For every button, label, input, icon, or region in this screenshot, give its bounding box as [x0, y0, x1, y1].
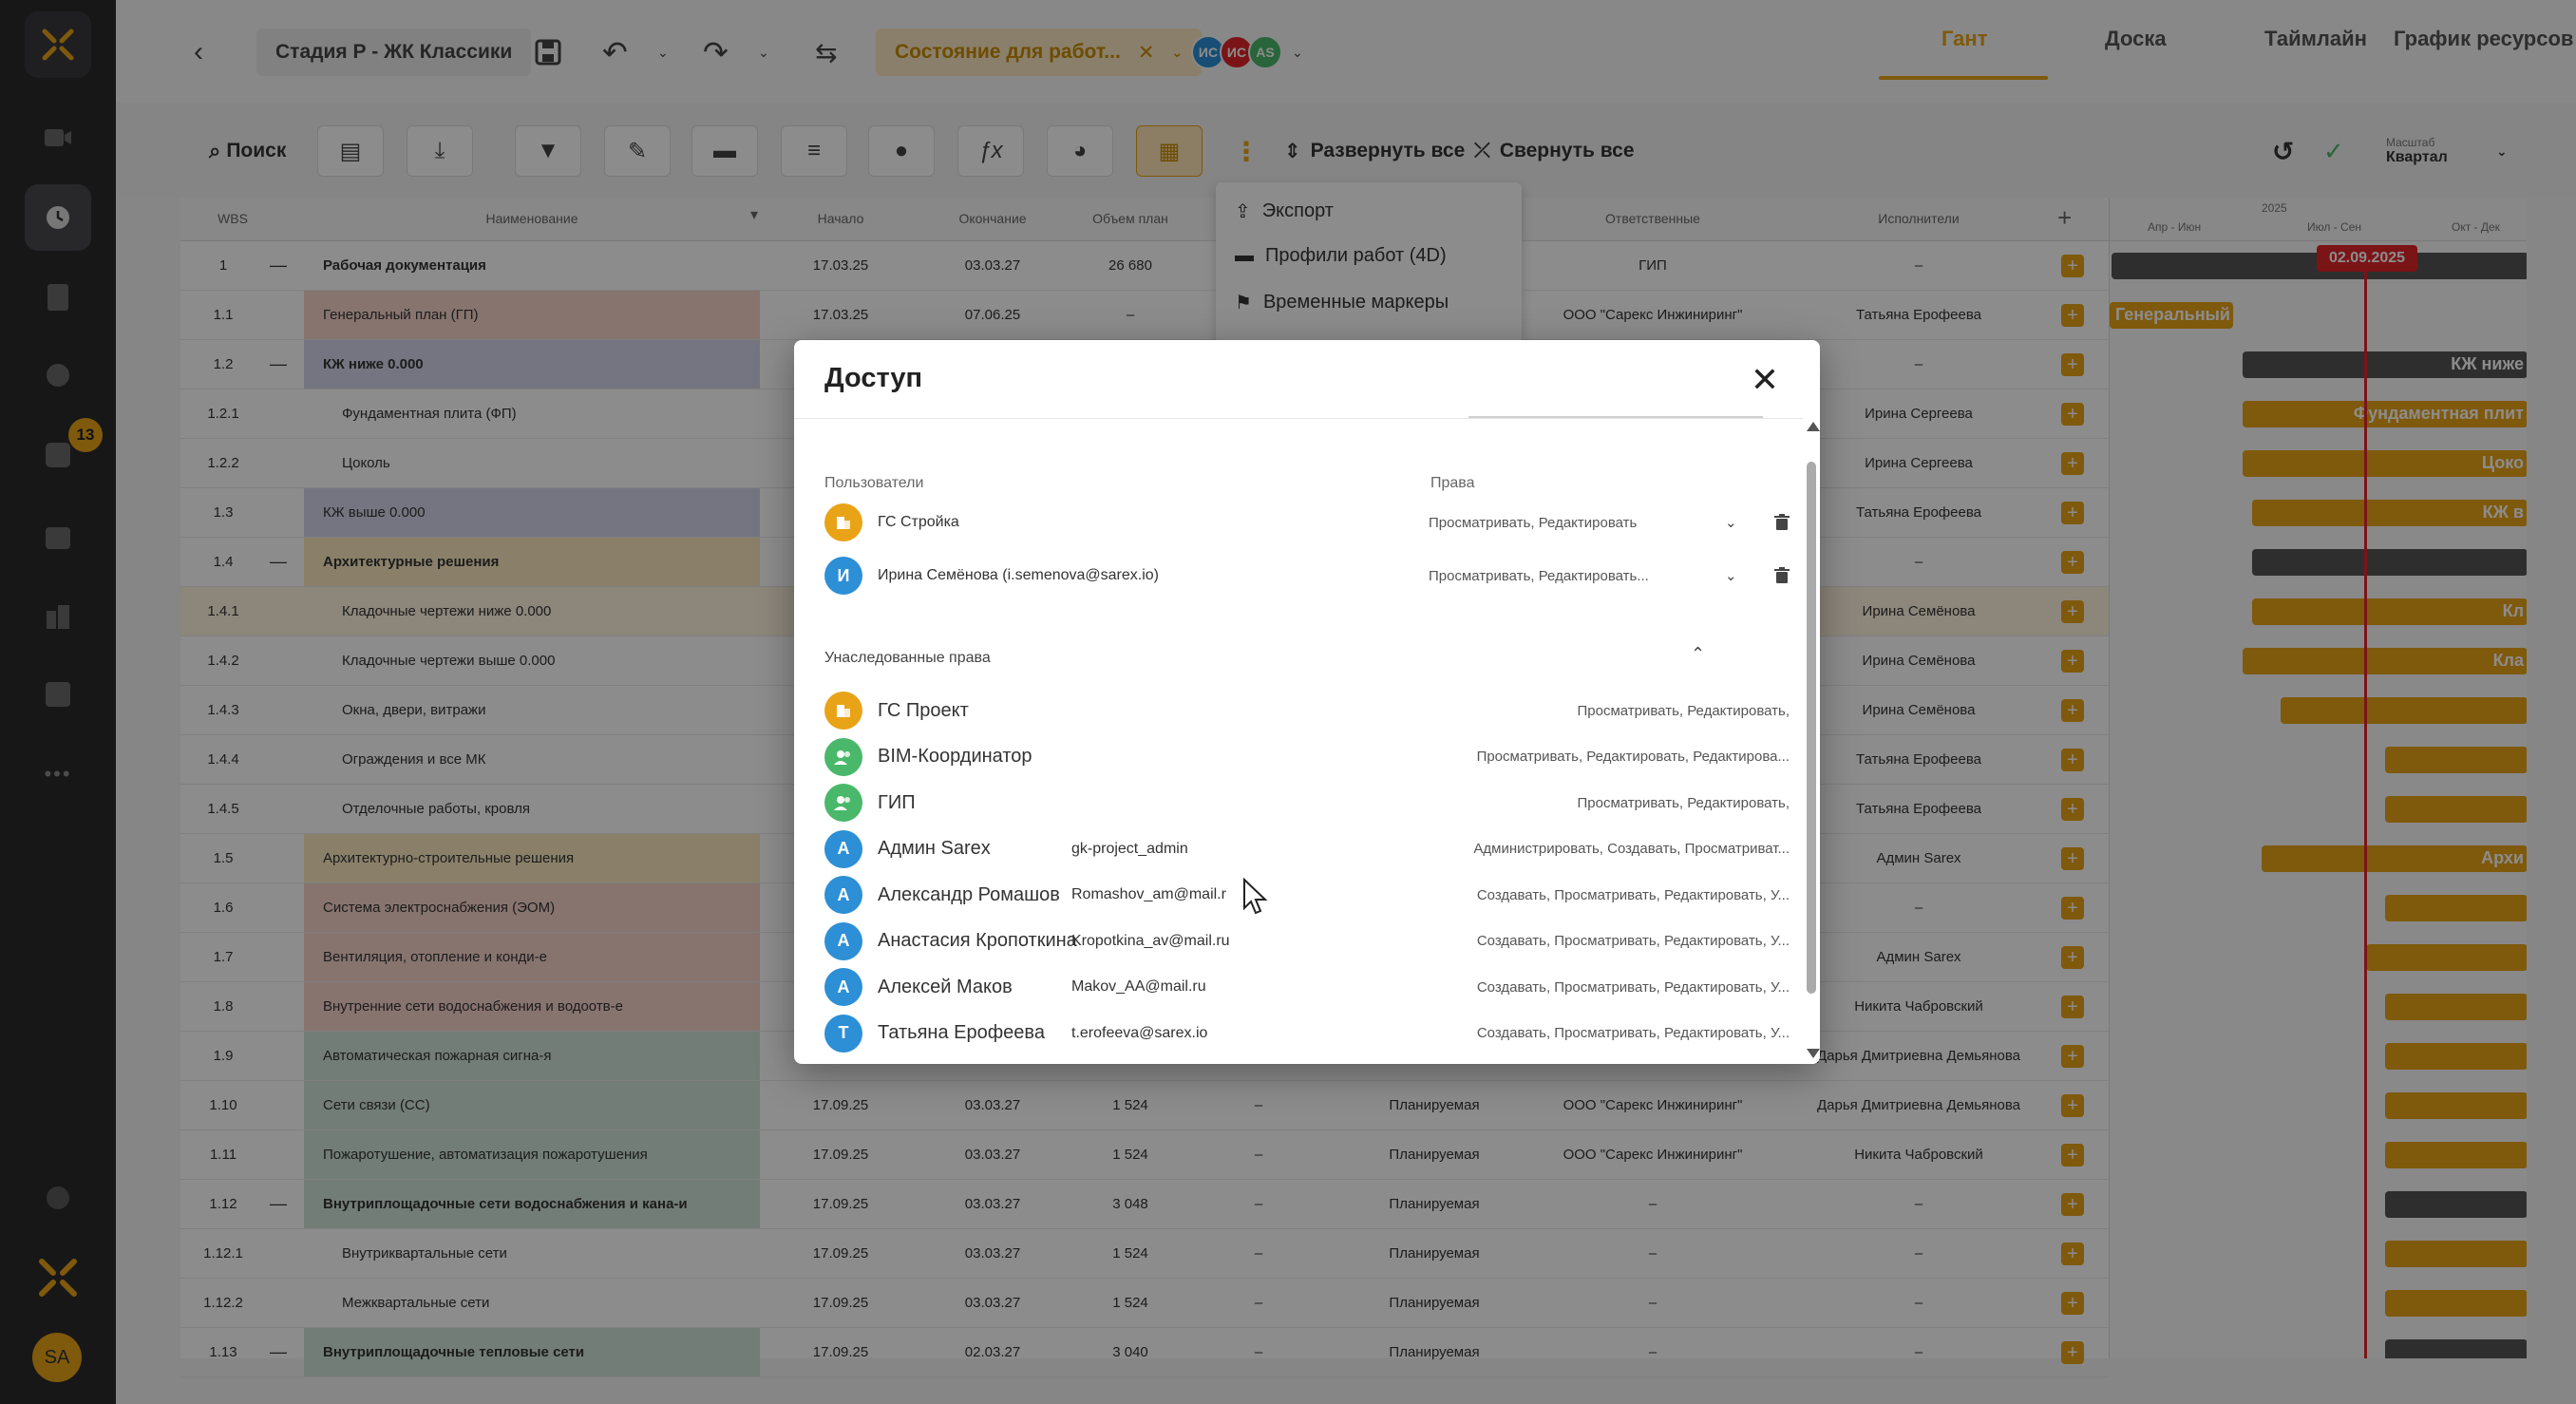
user-initial: A — [837, 977, 850, 996]
group-icon — [824, 784, 862, 822]
rights-column-header: Права — [1430, 475, 1475, 491]
inherited-row: A Александр Ромашов Romashov_am@mail.r Созд… — [824, 874, 1790, 916]
inherited-rights: Администрировать, Создавать, Просматрива… — [1473, 841, 1790, 857]
inherited-row: A Алексей Маков Makov_AA@mail.ru Создавать,… — [824, 966, 1790, 1008]
user-icon: A — [824, 876, 862, 914]
group-icon — [824, 737, 862, 776]
user-icon: A — [824, 921, 862, 960]
inherited-login: Makov_AA@mail.ru — [1071, 978, 1206, 995]
inherited-row: T Татьяна Ерофеева t.erofeeva@sarex.io Созд… — [824, 1013, 1790, 1054]
inherited-rights: Создавать, Просматривать, Редактировать,… — [1476, 1025, 1790, 1041]
user-icon: A — [824, 829, 862, 868]
inherited-row: A Анастасия Кропоткина Kropotkina_av@mail.… — [824, 920, 1790, 962]
close-icon[interactable]: ✕ — [1744, 359, 1786, 401]
inherited-login: Kropotkina_av@mail.ru — [1071, 932, 1230, 949]
inherited-name: BIM-Координатор — [878, 746, 1032, 767]
inherited-rights: Создавать, Просматривать, Редактировать,… — [1476, 886, 1790, 903]
user-name: ГС Стройка — [878, 514, 959, 530]
inherited-rights: Просматривать, Редактировать, — [1577, 702, 1790, 719]
rights-select[interactable]: Просматривать, Редактировать... — [1429, 555, 1649, 597]
inherited-name: Алексей Маков — [878, 976, 1013, 997]
inherited-name: Александр Ромашов — [878, 883, 1060, 905]
inherited-row: A Админ Sarex gk-project_admin Администриро… — [824, 828, 1790, 870]
inherited-row: BIM-Координатор Просматривать, Редактиров… — [824, 736, 1790, 778]
mouse-cursor-icon — [1243, 878, 1268, 915]
access-modal: Доступ ✕ Пользователи Права ГС Стройка Пр… — [794, 340, 1820, 1064]
modal-divider — [794, 418, 1820, 419]
user-initial: И — [837, 565, 850, 585]
inherited-name: Анастасия Кропоткина — [878, 930, 1077, 951]
trash-icon[interactable] — [1774, 555, 1790, 597]
user-initial: A — [837, 931, 850, 950]
chevron-up-icon[interactable]: ⌃ — [1691, 644, 1705, 664]
user-initial: T — [838, 1023, 849, 1042]
scroll-thumb[interactable] — [1807, 462, 1816, 994]
building-icon — [824, 692, 862, 730]
building-icon — [824, 503, 862, 541]
inherited-name: Админ Sarex — [878, 838, 991, 859]
inherited-login: t.erofeeva@sarex.io — [1071, 1024, 1208, 1041]
scroll-down-icon[interactable] — [1807, 1049, 1820, 1058]
chevron-down-icon[interactable]: ⌄ — [1725, 555, 1737, 597]
inherited-rights: Просматривать, Редактировать, Редактиров… — [1476, 749, 1790, 765]
users-column-header: Пользователи — [824, 475, 924, 491]
inherited-login: Romashov_am@mail.r — [1071, 886, 1226, 902]
input-underline — [1468, 416, 1763, 418]
user-row[interactable]: ГС Стройка Просматривать, Редактировать ⌄ — [824, 502, 1803, 543]
scroll-up-icon[interactable] — [1807, 422, 1820, 431]
inherited-name: ГС Проект — [878, 699, 969, 721]
inherited-row: ГС Проект Просматривать, Редактировать, — [824, 690, 1790, 731]
modal-scrollbar[interactable] — [1803, 416, 1820, 1064]
inherited-rights: Создавать, Просматривать, Редактировать,… — [1476, 978, 1790, 996]
inherited-rights: Создавать, Просматривать, Редактировать,… — [1476, 933, 1790, 949]
rights-select[interactable]: Просматривать, Редактировать — [1429, 502, 1637, 543]
user-icon: A — [824, 968, 862, 1006]
inherited-login: gk-project_admin — [1071, 840, 1188, 857]
inherited-rights-title: Унаследованные права — [824, 650, 991, 666]
user-row[interactable]: И Ирина Семёнова (i.semenova@sarex.io) Про… — [824, 555, 1803, 597]
user-initial: A — [837, 839, 850, 858]
inherited-name: Татьяна Ерофеева — [878, 1022, 1045, 1043]
inherited-name: ГИП — [878, 791, 916, 813]
inherited-row: ГИП Просматривать, Редактировать, — [824, 782, 1790, 824]
inherited-rights: Просматривать, Редактировать, — [1577, 794, 1790, 811]
modal-title: Доступ — [824, 363, 923, 393]
user-initial: A — [837, 884, 850, 904]
trash-icon[interactable] — [1774, 502, 1790, 543]
user-icon: И — [824, 557, 862, 595]
chevron-down-icon[interactable]: ⌄ — [1725, 502, 1737, 543]
user-name: Ирина Семёнова (i.semenova@sarex.io) — [878, 567, 1160, 583]
user-icon: T — [824, 1014, 862, 1053]
